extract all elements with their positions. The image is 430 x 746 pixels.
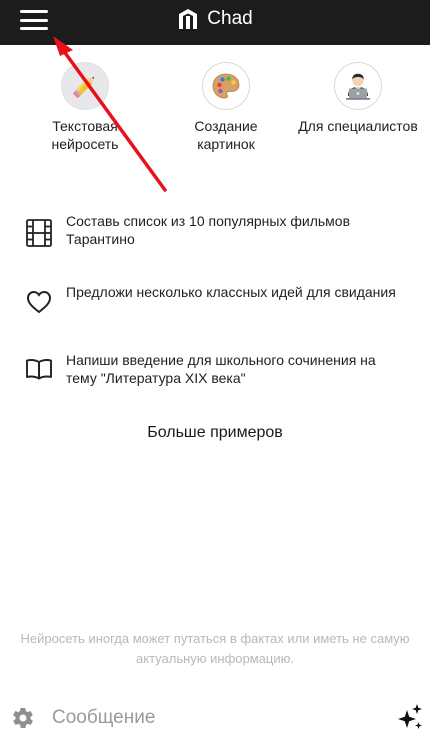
heart-icon — [22, 283, 56, 317]
pencil-icon — [73, 76, 95, 98]
gear-icon[interactable] — [11, 706, 35, 730]
brand: Chad — [0, 0, 430, 38]
category-text-ai[interactable]: Текстовая нейросеть — [20, 62, 150, 153]
message-composer — [0, 688, 430, 746]
palette-icon — [212, 73, 240, 99]
message-input[interactable] — [52, 702, 372, 734]
category-image-generation[interactable]: Создание картинок — [161, 62, 291, 153]
disclaimer-text: Нейросеть иногда может путаться в фактах… — [20, 631, 410, 666]
example-prompt-text: Напиши введение для школьного сочинения … — [66, 352, 376, 386]
top-bar: Chad — [0, 0, 430, 45]
category-label: Текстовая нейросеть — [51, 118, 119, 152]
category-selector: Текстовая нейросеть Создание картинок Дл… — [0, 62, 430, 162]
app-title: Chad — [207, 8, 253, 29]
book-icon — [22, 351, 56, 385]
example-prompt[interactable]: Предложи несколько классных идей для сви… — [22, 283, 412, 317]
technologist-icon — [346, 73, 370, 100]
more-examples-button[interactable]: Больше примеров — [0, 424, 430, 442]
category-label: Для специалистов — [298, 118, 418, 134]
category-label: Создание картинок — [194, 118, 258, 152]
category-icon-wrap — [202, 62, 250, 110]
category-icon-wrap — [61, 62, 109, 110]
category-icon-wrap — [334, 62, 382, 110]
film-icon — [22, 212, 56, 247]
app-root: Chad Текстовая нейросеть Создание картин… — [0, 0, 430, 746]
example-prompt[interactable]: Составь список из 10 популярных фильмов … — [22, 212, 412, 248]
example-prompt-text: Предложи несколько классных идей для сви… — [66, 284, 396, 300]
sparkle-icon[interactable] — [396, 702, 424, 732]
example-prompt-text: Составь список из 10 популярных фильмов … — [66, 213, 351, 247]
chad-logo-icon — [179, 9, 198, 29]
example-prompt[interactable]: Напиши введение для школьного сочинения … — [22, 351, 412, 387]
category-specialists[interactable]: Для специалистов — [293, 62, 423, 135]
